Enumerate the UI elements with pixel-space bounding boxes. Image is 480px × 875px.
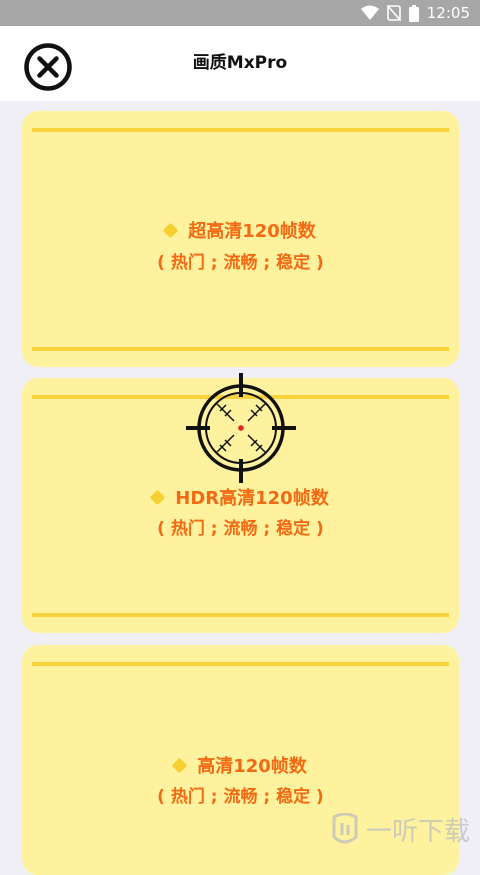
card-top-bar xyxy=(32,128,449,132)
watermark: 一听下载 xyxy=(330,811,470,848)
close-button[interactable] xyxy=(23,42,73,92)
option-tags: ( 热门 ; 流畅 ; 稳定 ) xyxy=(157,787,324,807)
battery-icon xyxy=(408,4,419,22)
status-time: 12:05 xyxy=(426,4,470,22)
option-title: 高清120帧数 xyxy=(197,756,307,777)
status-bar: 12:05 xyxy=(0,0,480,26)
crosshair-icon xyxy=(186,373,296,483)
option-title: 超高清120帧数 xyxy=(188,221,316,242)
status-icons: 12:05 xyxy=(360,4,470,22)
wifi-icon xyxy=(360,5,379,20)
card-bottom-bar xyxy=(32,613,449,617)
option-title-row: 高清120帧数 xyxy=(22,752,459,778)
option-tags: ( 热门 ; 流畅 ; 稳定 ) xyxy=(157,253,324,273)
quality-option-card[interactable]: 超高清120帧数 ( 热门 ; 流畅 ; 稳定 ) xyxy=(22,111,459,367)
diamond-bullet-icon xyxy=(162,222,179,238)
card-bottom-bar xyxy=(32,347,449,351)
signal-off-icon xyxy=(386,5,401,21)
watermark-text: 一听下载 xyxy=(365,817,470,847)
close-circle-icon xyxy=(24,43,72,91)
diamond-bullet-icon xyxy=(149,489,166,505)
diamond-bullet-icon xyxy=(171,757,188,773)
option-title-row: 超高清120帧数 xyxy=(22,217,459,243)
option-title-row: HDR高清120帧数 xyxy=(22,484,459,510)
watermark-logo-icon xyxy=(332,812,358,843)
header: 画质MxPro xyxy=(0,26,480,101)
option-title: HDR高清120帧数 xyxy=(175,488,329,509)
option-tags: ( 热门 ; 流畅 ; 稳定 ) xyxy=(157,519,324,539)
card-top-bar xyxy=(32,662,449,666)
